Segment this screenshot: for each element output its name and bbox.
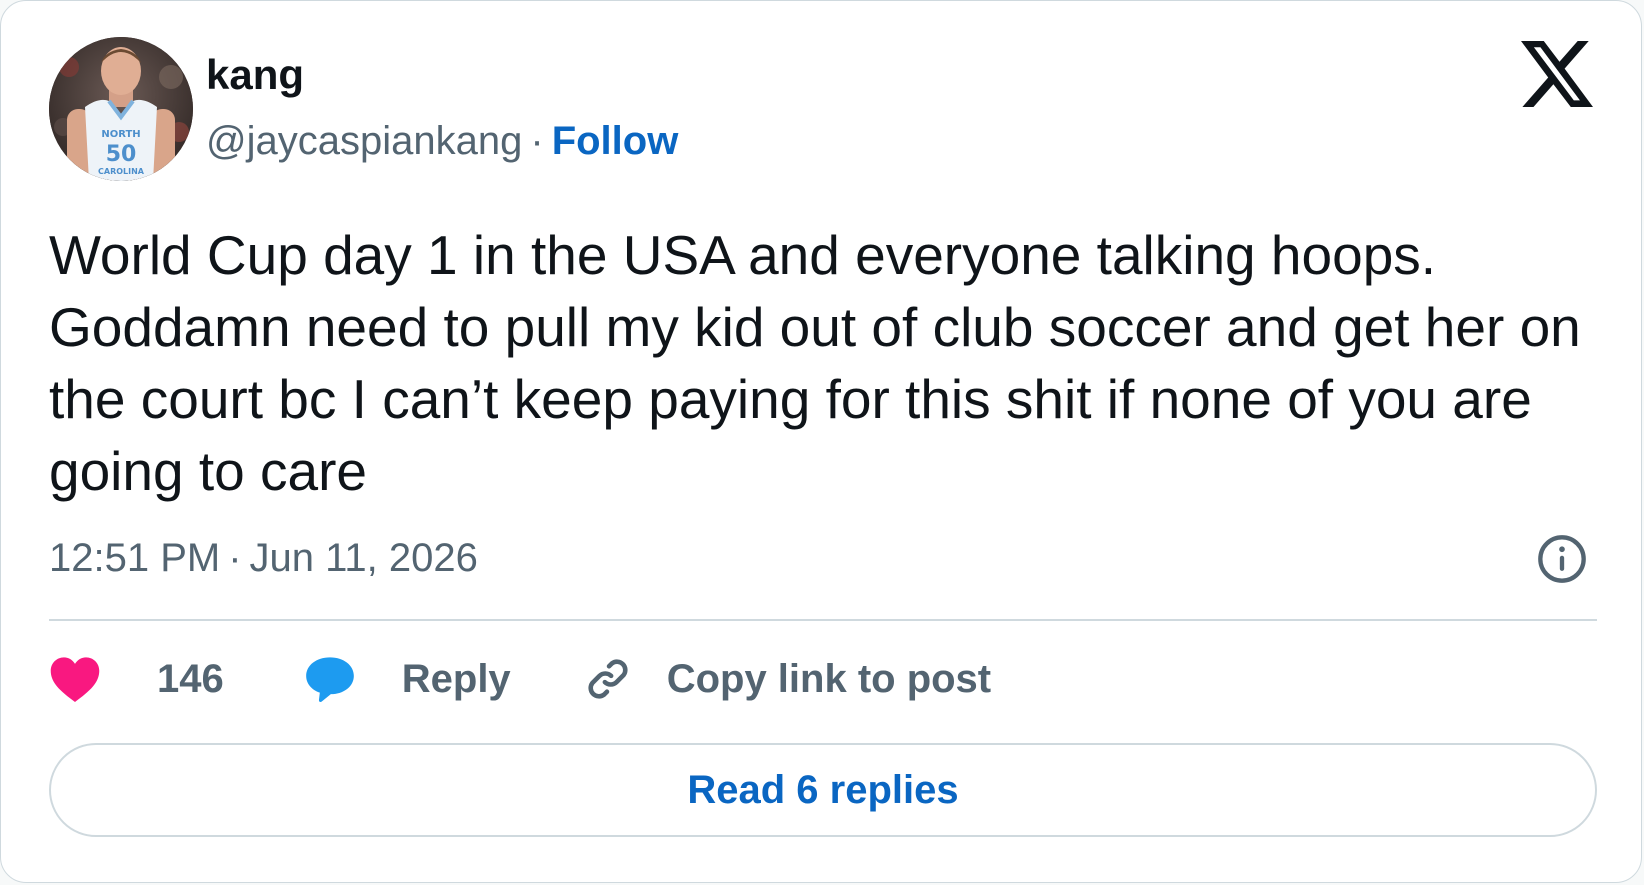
tweet-time: 12:51 PM (49, 536, 221, 580)
like-button[interactable]: 146 (49, 655, 224, 703)
read-replies-button[interactable]: Read 6 replies (49, 743, 1597, 837)
author-avatar[interactable]: NORTH 50 CAROLINA (49, 37, 193, 181)
basketball-player-avatar-icon: NORTH 50 CAROLINA (49, 37, 193, 181)
info-icon[interactable] (1536, 533, 1588, 585)
copy-link-button[interactable]: Copy link to post (583, 654, 991, 704)
copy-link-label: Copy link to post (666, 656, 992, 701)
author-handle[interactable]: @jaycaspiankang (206, 119, 522, 163)
embedded-tweet-card: NORTH 50 CAROLINA kang @jaycaspiankang · F… (0, 0, 1642, 883)
tweet-text: World Cup day 1 in the USA and everyone … (49, 224, 1581, 502)
heart-icon (50, 657, 100, 702)
jersey-number: 50 (106, 142, 137, 167)
x-logo-icon[interactable] (1521, 41, 1593, 107)
divider (49, 619, 1597, 621)
tweet-actions: 146 Reply Copy link to post (49, 649, 991, 709)
like-count: 146 (157, 656, 224, 701)
timestamp-separator: · (228, 536, 242, 580)
jersey-text: NORTH (101, 129, 140, 140)
handle-separator: · (530, 119, 544, 163)
author-handle-row: @jaycaspiankang · Follow (206, 115, 678, 167)
tweet-timestamp[interactable]: 12:51 PM · Jun 11, 2026 (49, 533, 478, 583)
link-icon (588, 659, 628, 699)
author-display-name[interactable]: kang (206, 49, 304, 101)
read-replies-label: Read 6 replies (687, 767, 959, 812)
tweet-date: Jun 11, 2026 (249, 536, 478, 580)
reply-label: Reply (401, 656, 511, 701)
reply-button[interactable]: Reply (304, 655, 511, 703)
jersey-bottom-text: CAROLINA (98, 167, 145, 176)
reply-bubble-icon (305, 657, 354, 703)
follow-link[interactable]: Follow (552, 119, 679, 163)
